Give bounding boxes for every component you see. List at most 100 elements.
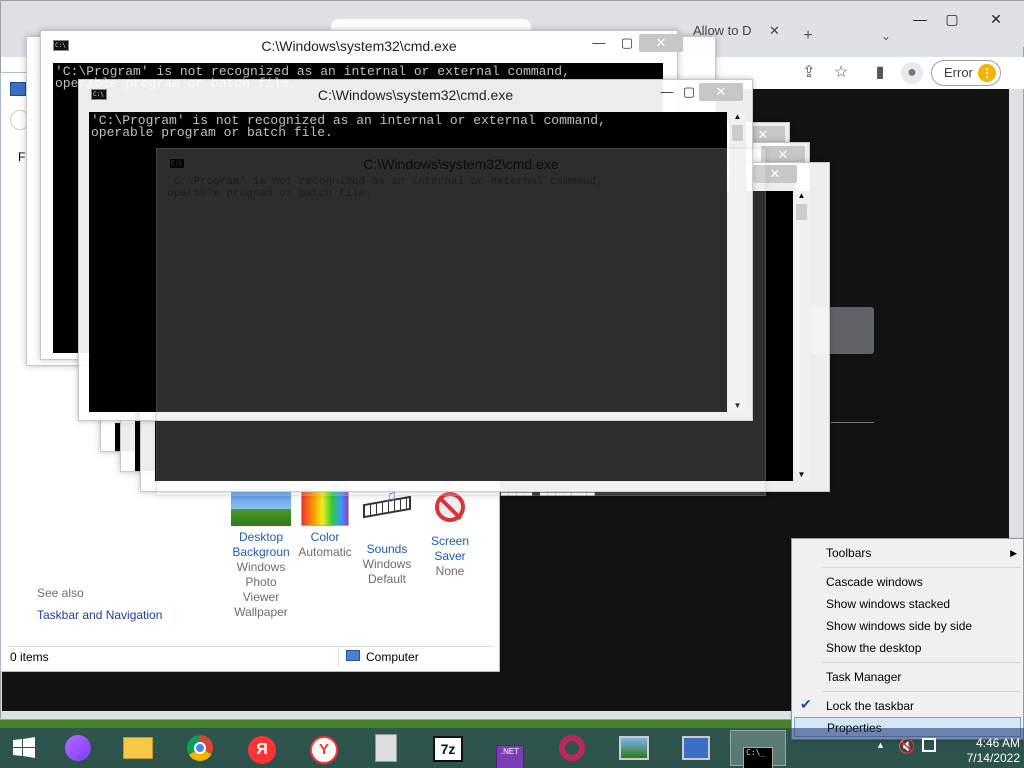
desktop-background-value: Windows Photo Viewer Wallpaper <box>234 560 288 619</box>
bookmark-star-icon[interactable]: ☆ <box>830 62 852 84</box>
menu-item-task-manager[interactable]: Task Manager <box>826 667 1017 687</box>
computer-icon <box>346 650 360 661</box>
volume-muted-icon[interactable]: 🔇 <box>898 738 915 755</box>
side-panel-icon[interactable]: ▮ <box>869 62 891 84</box>
share-icon[interactable]: ⇪ <box>798 62 820 84</box>
start-button[interactable] <box>0 730 48 766</box>
color-value: Automatic <box>298 545 352 559</box>
clock-time: 4:46 AM <box>975 736 1020 750</box>
browser-error-button[interactable]: Error ⋮ <box>931 60 1001 86</box>
menu-separator <box>822 662 1021 663</box>
cmd-taskbar-button[interactable]: C:\_ <box>730 730 786 768</box>
picture-viewer-icon <box>619 736 649 760</box>
close-button[interactable]: ✕ <box>639 34 683 52</box>
windows-logo-icon <box>13 737 35 758</box>
cmd-window-ghost: C:\ C:\Windows\system32\cmd.exe 'C:\Prog… <box>156 148 766 496</box>
scroll-thumb[interactable] <box>796 204 807 220</box>
browser-close-button[interactable]: ✕ <box>981 11 1011 28</box>
7zip-button[interactable]: 7z <box>420 730 476 766</box>
submenu-arrow-icon: ▶ <box>1010 548 1017 558</box>
color-item[interactable]: Color Automatic <box>293 488 357 560</box>
alice-icon <box>65 735 91 761</box>
chrome-icon <box>187 735 213 761</box>
sounds-keyboard-icon: ♫ <box>363 488 411 538</box>
yandex-browser-icon: Y <box>310 736 338 764</box>
sounds-item[interactable]: ♫ Sounds Windows Default <box>355 488 419 587</box>
yandex-browser-button[interactable]: Y <box>296 730 352 766</box>
tab-search-chevron-icon[interactable]: ⌄ <box>875 25 897 47</box>
status-divider <box>338 647 339 667</box>
cmd-console: 'C:\Program' is not recognized as an int… <box>165 173 755 473</box>
taskbar-navigation-link[interactable]: Taskbar and Navigation <box>37 608 162 622</box>
maximize-button[interactable]: ▢ <box>615 34 639 52</box>
browser-minimize-button[interactable]: — <box>905 11 935 27</box>
control-panel-icon <box>10 82 26 96</box>
cmd-titlebar[interactable]: C:\ C:\Windows\system32\cmd.exe — ▢ ✕ <box>41 31 683 59</box>
items-count: 0 items <box>10 650 49 664</box>
yandex-ya-button[interactable]: Я <box>234 730 290 766</box>
dotnet-button[interactable]: .NET <box>482 730 538 768</box>
screen-saver-value: None <box>435 564 465 578</box>
cmd-titlebar[interactable]: C:\ C:\Windows\system32\cmd.exe — ▢ ✕ <box>79 80 752 108</box>
close-button[interactable]: ✕ <box>699 83 743 101</box>
minimize-button[interactable]: — <box>655 83 679 101</box>
page-divider <box>831 422 874 423</box>
menu-item-show-desktop[interactable]: Show the desktop <box>826 638 1017 658</box>
menu-item-lock-taskbar[interactable]: Lock the taskbar <box>826 696 1017 716</box>
opera-button[interactable] <box>544 730 600 766</box>
color-title: Color <box>310 530 340 544</box>
scroll-thumb[interactable] <box>732 125 743 141</box>
console-line-1: 'C:\Program' is not recognized as an int… <box>167 176 603 188</box>
archive-button[interactable] <box>358 730 414 766</box>
folder-icon <box>123 737 153 759</box>
sounds-title: Sounds <box>366 542 408 556</box>
chrome-button[interactable] <box>172 730 228 766</box>
cmd-title: C:\Windows\system32\cmd.exe <box>363 156 559 172</box>
network-icon[interactable] <box>922 738 936 752</box>
opera-icon <box>559 735 585 761</box>
menu-item-side-by-side[interactable]: Show windows side by side <box>826 616 1017 636</box>
cmd-title: C:\Windows\system32\cmd.exe <box>261 38 457 54</box>
explorer-status-bar: 0 items Computer <box>8 646 493 668</box>
taskbar-context-menu: Toolbars ▶ Cascade windows Show windows … <box>791 538 1024 740</box>
toolbars-label: Toolbars <box>826 546 872 560</box>
profile-avatar-icon[interactable]: ● <box>901 62 923 84</box>
desktop-background-title: Desktop Backgroun <box>232 530 290 559</box>
archive-icon <box>375 734 397 762</box>
new-tab-button[interactable]: + <box>797 25 819 47</box>
browser-maximize-button[interactable]: ▢ <box>937 11 967 28</box>
clock-date: 7/14/2022 <box>966 751 1020 765</box>
menu-item-cascade[interactable]: Cascade windows <box>826 572 1017 592</box>
control-panel-taskbar-icon <box>682 736 710 760</box>
menu-dots-icon[interactable]: ⋮ <box>978 64 996 82</box>
tab-close-icon[interactable]: ✕ <box>769 23 780 39</box>
console-line-2: operable program or batch file. <box>91 125 333 140</box>
menu-item-toolbars[interactable]: Toolbars ▶ <box>826 543 1017 563</box>
file-explorer-button[interactable] <box>110 730 166 766</box>
screen-saver-item[interactable]: Screen Saver None <box>418 488 482 579</box>
alice-assistant-button[interactable] <box>52 730 104 766</box>
taskbar-clock[interactable]: 4:46 AM 7/14/2022 <box>944 736 1020 766</box>
picture-viewer-button[interactable] <box>606 730 662 766</box>
cmd-taskbar-icon: C:\_ <box>743 747 773 768</box>
desktop-background-item[interactable]: Desktop Backgroun Windows Photo Viewer W… <box>229 488 293 620</box>
dotnet-icon: .NET <box>496 745 524 768</box>
console-line-2: operable program or batch file. <box>167 188 372 200</box>
sounds-value: Windows Default <box>362 557 412 586</box>
yandex-ya-icon: Я <box>248 736 276 764</box>
tray-overflow-icon[interactable]: ▲ <box>876 740 885 750</box>
screen-saver-icon <box>428 492 472 530</box>
cmd-scrollbar[interactable]: ▲ ▼ <box>793 191 810 481</box>
error-label: Error <box>944 65 973 80</box>
7zip-icon: 7z <box>433 736 463 762</box>
menu-separator <box>822 691 1021 692</box>
taskbar: Я Y 7z .NET C:\_ ▲ 🔇 <box>0 728 1024 768</box>
location-label: Computer <box>366 650 419 664</box>
see-also-heading: See also <box>37 586 84 600</box>
menu-item-stacked[interactable]: Show windows stacked <box>826 594 1017 614</box>
minimize-button[interactable]: — <box>587 34 611 52</box>
maximize-button[interactable]: ▢ <box>677 83 701 101</box>
control-panel-button[interactable] <box>668 730 724 766</box>
checkmark-icon: ✔ <box>800 696 812 712</box>
window-title-fragment: M <box>4 60 14 72</box>
